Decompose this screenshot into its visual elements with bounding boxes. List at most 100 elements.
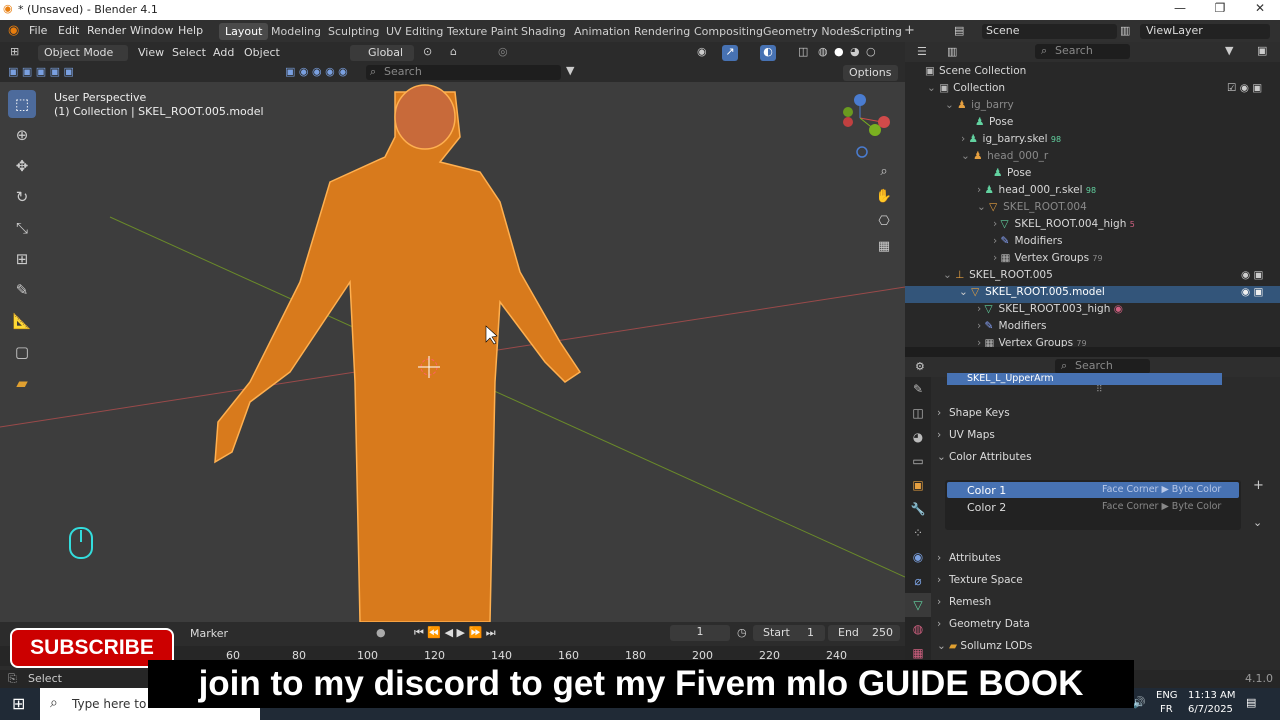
outliner-filter-icon[interactable]: ▼ <box>1225 44 1233 57</box>
tab-shading[interactable]: Shading <box>515 23 572 40</box>
playback-controls[interactable]: ⏮ ⏪ ◀ ▶ ⏩ ⏭ <box>414 626 496 640</box>
clock-time[interactable]: 11:13 AM <box>1188 690 1235 701</box>
overlay-toggle-icon[interactable]: ◐ <box>760 45 776 61</box>
tab-layout[interactable]: Layout <box>219 23 269 40</box>
perspective-grid-icon[interactable]: ▦ <box>873 235 895 257</box>
mode-dropdown[interactable]: Object Mode <box>38 45 128 61</box>
editor-type-icon[interactable]: ⊞ <box>10 45 19 58</box>
properties-editor-icon[interactable]: ⚙ <box>915 360 925 373</box>
outliner-row[interactable]: ⌄ ♟ head_000_r <box>905 150 1265 167</box>
start-frame-field[interactable]: Start 1 <box>753 625 825 641</box>
color-attribute-menu-icon[interactable]: ⌄ <box>1253 516 1262 529</box>
blender-menu-icon[interactable]: ◉ <box>8 23 19 38</box>
tab-uv-editing[interactable]: UV Editing <box>380 23 449 40</box>
properties-search-input[interactable]: Search <box>1055 359 1150 374</box>
physics-tab-icon[interactable]: ◉ <box>905 545 931 569</box>
language-indicator[interactable]: ENG <box>1156 690 1178 701</box>
color-attribute-row[interactable]: Color 2 Face Corner ▶ Byte Color <box>947 499 1239 515</box>
xray-icon[interactable]: ◫ <box>798 45 808 58</box>
modifier-tab-icon[interactable]: 🔧 <box>905 497 931 521</box>
display-mode-icon[interactable]: ▥ <box>947 45 957 58</box>
section-color-attributes[interactable]: ⌄ Color Attributes <box>937 451 1262 471</box>
pan-hand-icon[interactable]: ✋ <box>873 185 895 207</box>
zoom-icon[interactable]: ⌕ <box>873 160 895 182</box>
material-shading-icon[interactable]: ◕ <box>850 45 860 58</box>
new-collection-icon[interactable]: ▣ <box>1257 44 1267 57</box>
scale-tool-icon[interactable]: ⤡ <box>8 214 36 242</box>
outliner-row[interactable]: ⌄ ▽ SKEL_ROOT.004 <box>905 201 1265 218</box>
outliner-row-selected[interactable]: ⌄ ▽ SKEL_ROOT.005.model ◉ ▣ <box>905 286 1280 303</box>
collection-tab-icon[interactable]: ▭ <box>905 449 931 473</box>
marker-menu[interactable]: Marker <box>190 627 228 640</box>
scene-selector[interactable]: Scene <box>982 24 1117 39</box>
outliner-row[interactable]: ▣ Scene Collection <box>905 65 1265 82</box>
vertex-group-active-row[interactable]: SKEL_L_UpperArm <box>947 373 1222 385</box>
outliner-row[interactable]: ⌄ ♟ ig_barry <box>905 99 1265 116</box>
outliner-row[interactable]: ⌄ ⊥ SKEL_ROOT.005 ◉ ▣ <box>905 269 1265 286</box>
transform-tool-icon[interactable]: ⊞ <box>8 245 36 273</box>
proportional-edit-icon[interactable]: ◎ <box>498 45 508 58</box>
outliner-row[interactable]: › ✎ Modifiers <box>905 320 1265 337</box>
outliner-row[interactable]: › ♟ ig_barry.skel 98 <box>905 133 1265 150</box>
cursor-tool-icon[interactable]: ⊕ <box>8 121 36 149</box>
orientation-dropdown[interactable]: Global <box>350 45 414 61</box>
add-workspace-icon[interactable]: + <box>904 23 915 38</box>
move-tool-icon[interactable]: ✥ <box>8 152 36 180</box>
extra-tool-icon[interactable]: ▰ <box>8 369 36 397</box>
constraints-tab-icon[interactable]: ⌀ <box>905 569 931 593</box>
options-dropdown[interactable]: Options <box>843 65 898 81</box>
windows-start-icon[interactable]: ⊞ <box>12 694 25 713</box>
snap-icon[interactable]: ⌂ <box>450 45 457 58</box>
minimize-button[interactable]: — <box>1165 1 1195 15</box>
section-uv-maps[interactable]: › UV Maps <box>937 429 1262 449</box>
rotate-tool-icon[interactable]: ↻ <box>8 183 36 211</box>
material-tab-icon[interactable]: ◍ <box>905 617 931 641</box>
section-remesh[interactable]: › Remesh <box>937 596 1262 616</box>
outliner-row[interactable]: › ▽ SKEL_ROOT.003_high ◉ <box>905 303 1265 320</box>
3d-viewport[interactable]: User Perspective (1) Collection | SKEL_R… <box>0 82 905 622</box>
render-tab-icon[interactable]: ◫ <box>905 401 931 425</box>
volume-icon[interactable]: 🔊 <box>1132 696 1146 709</box>
tab-texture-paint[interactable]: Texture Paint <box>441 23 524 40</box>
add-menu[interactable]: Add <box>213 46 234 59</box>
tab-sculpting[interactable]: Sculpting <box>322 23 385 40</box>
section-texture-space[interactable]: › Texture Space <box>937 574 1262 594</box>
close-button[interactable]: ✕ <box>1245 1 1275 15</box>
outliner-row[interactable]: › ▦ Vertex Groups 79 <box>905 252 1265 269</box>
section-shape-keys[interactable]: › Shape Keys <box>937 407 1262 427</box>
maximize-button[interactable]: ❐ <box>1205 1 1235 15</box>
select-menu[interactable]: Select <box>172 46 206 59</box>
rendered-shading-icon[interactable]: ○ <box>866 45 876 58</box>
mesh-data-tab-icon[interactable]: ▽ <box>905 593 931 617</box>
tab-rendering[interactable]: Rendering <box>628 23 696 40</box>
measure-tool-icon[interactable]: 📐 <box>8 307 36 335</box>
select-mode-icons[interactable]: ▣ ◉ ◉ ◉ ◉ <box>285 65 348 78</box>
collection-checkbox[interactable]: ☑ ◉ ▣ <box>1227 82 1262 94</box>
outliner-row[interactable]: › ♟ head_000_r.skel 98 <box>905 184 1265 201</box>
annotate-tool-icon[interactable]: ✎ <box>8 276 36 304</box>
visibility-toggle[interactable]: ◉ ▣ <box>1241 286 1263 298</box>
outliner-row[interactable]: ♟ Pose <box>905 167 1265 184</box>
resize-handle[interactable]: ⠿ <box>1096 385 1103 395</box>
outliner-row[interactable]: ♟ Pose <box>905 116 1265 133</box>
outliner-row[interactable]: › ▽ SKEL_ROOT.004_high 5 <box>905 218 1265 235</box>
menu-render[interactable]: Render <box>87 24 126 37</box>
color-attribute-row-selected[interactable]: Color 1 Face Corner ▶ Byte Color <box>947 482 1239 498</box>
solid-shading-icon[interactable]: ● <box>834 45 844 58</box>
object-tab-icon[interactable]: ▣ <box>905 473 931 497</box>
add-cube-tool-icon[interactable]: ▢ <box>8 338 36 366</box>
camera-view-icon[interactable]: ⎔ <box>873 210 895 232</box>
tab-scripting[interactable]: Scripting <box>847 23 908 40</box>
tab-animation[interactable]: Animation <box>568 23 636 40</box>
filter-icon[interactable]: ▼ <box>566 64 574 77</box>
outliner-editor-icon[interactable]: ☰ <box>917 45 927 58</box>
gizmo-toggle-icon[interactable]: ↗ <box>722 45 738 61</box>
object-menu[interactable]: Object <box>244 46 280 59</box>
visibility-toggle[interactable]: ◉ ▣ <box>1241 269 1263 281</box>
tool-tab-icon[interactable]: ✎ <box>905 377 931 401</box>
current-frame-field[interactable]: 1 <box>670 625 730 641</box>
menu-edit[interactable]: Edit <box>58 24 79 37</box>
end-frame-field[interactable]: End 250 <box>828 625 900 641</box>
section-geometry-data[interactable]: › Geometry Data <box>937 618 1262 638</box>
wireframe-shading-icon[interactable]: ◍ <box>818 45 828 58</box>
